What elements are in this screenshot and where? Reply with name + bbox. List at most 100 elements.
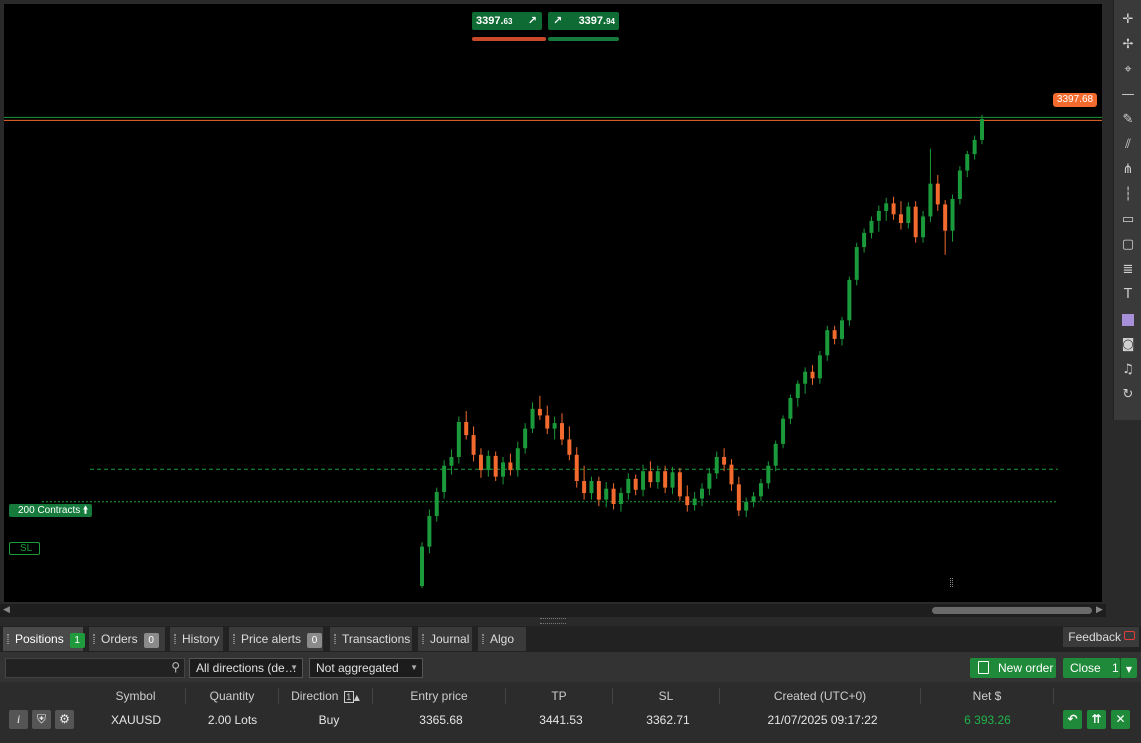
header-sl[interactable]: SL <box>613 688 720 704</box>
candle-body <box>677 472 682 497</box>
info-button[interactable]: i <box>9 710 28 729</box>
cell-sl[interactable]: 3362.71 <box>613 712 723 728</box>
arrow-up-icon: 🠙 <box>83 505 89 516</box>
buy-volume-bar <box>548 37 619 41</box>
candle-body <box>928 183 933 217</box>
candle-body <box>803 371 808 384</box>
cell-direction: Buy <box>318 713 340 727</box>
candle-body <box>744 501 749 511</box>
search-input[interactable]: ⚲ <box>5 658 185 678</box>
header-direction[interactable]: Direction 1 ▲ <box>279 688 373 704</box>
shield-icon[interactable]: ⛨ <box>32 710 51 729</box>
new-order-button[interactable]: New order <box>970 658 1056 678</box>
buy-price-main: 3397. <box>578 15 607 27</box>
text-icon[interactable]: T <box>1120 287 1136 303</box>
close-options-dropdown[interactable]: ▼ <box>1120 658 1137 678</box>
cell-symbol[interactable]: XAUUSD <box>86 712 186 728</box>
candle-body <box>655 471 660 483</box>
tab-label: Price alerts <box>241 632 302 646</box>
crosshair-icon[interactable]: ✛ <box>1120 12 1136 28</box>
scroll-right-icon[interactable]: ▶ <box>1096 605 1103 615</box>
bell-icon[interactable]: ♫ <box>1120 362 1136 378</box>
replay-icon[interactable]: ↻ <box>1120 387 1136 403</box>
candle-body <box>464 422 469 436</box>
camera-icon[interactable]: ◙ <box>1120 337 1136 353</box>
pitchfork-icon[interactable]: ⋔ <box>1120 162 1136 178</box>
candle-body <box>508 462 513 471</box>
header-symbol[interactable]: Symbol <box>86 688 186 704</box>
candle-body <box>493 455 498 477</box>
chart-area[interactable]: 3397.63 ↗ ↗ 3397.94 3397.68 200 Contract… <box>4 4 1102 602</box>
color-swatch-icon[interactable] <box>1122 314 1134 326</box>
header-entry-price[interactable]: Entry price <box>373 688 506 704</box>
buy-arrow-icon: ↗ <box>553 14 563 27</box>
candle-body <box>670 472 675 488</box>
fib-icon[interactable]: ⫽ <box>1120 137 1136 153</box>
measure-icon[interactable]: ⌖ <box>1120 62 1136 78</box>
tab-positions[interactable]: Positions 1 <box>3 627 85 651</box>
position-line-tag[interactable]: 200 Contracts 🠙 <box>9 504 93 517</box>
drag-grip-icon[interactable] <box>334 634 336 644</box>
current-price-label: 3397.68 <box>1056 94 1094 105</box>
candle-body <box>537 408 542 416</box>
tab-algo[interactable]: Algo <box>478 627 526 651</box>
ruler-icon[interactable]: ┆ <box>1120 187 1136 203</box>
horizontal-line-icon[interactable]: — <box>1120 87 1136 103</box>
cell-tp[interactable]: 3441.53 <box>506 712 616 728</box>
gear-icon[interactable]: ⚙ <box>55 710 74 729</box>
resize-grip-icon[interactable] <box>950 578 953 587</box>
tab-journal[interactable]: Journal <box>418 627 472 651</box>
sell-price-button[interactable]: 3397.63 ↗ <box>472 12 542 30</box>
drag-grip-icon[interactable] <box>422 634 424 644</box>
aggregation-select[interactable]: Not aggregated ▼ <box>309 658 423 678</box>
candle-body <box>788 397 793 419</box>
double-position-icon[interactable]: ⇈ <box>1087 710 1106 729</box>
chevron-down-icon: ▼ <box>290 663 298 672</box>
candle-body <box>501 462 506 477</box>
close-positions-button[interactable]: Close 1 <box>1063 658 1120 678</box>
candle-body <box>980 119 984 140</box>
candle-body <box>685 496 690 506</box>
tab-orders[interactable]: Orders 0 <box>89 627 165 651</box>
drag-grip-icon[interactable] <box>233 634 235 644</box>
candle-body <box>611 488 616 504</box>
tab-transactions[interactable]: Transactions <box>330 627 412 651</box>
candle-body <box>832 330 837 339</box>
drag-grip-icon[interactable] <box>93 634 95 644</box>
reverse-position-icon[interactable]: ↶ <box>1063 710 1082 729</box>
candlestick-chart[interactable] <box>4 4 1102 602</box>
header-net[interactable]: Net $ <box>921 688 1054 704</box>
scroll-left-icon[interactable]: ◀ <box>3 605 10 615</box>
buy-price-small: 94 <box>606 17 615 26</box>
cell-quantity: 2.00 Lots <box>207 713 258 727</box>
candle-body <box>618 493 623 504</box>
tab-history[interactable]: History <box>170 627 223 651</box>
drag-grip-icon[interactable] <box>7 634 9 644</box>
header-created[interactable]: Created (UTC+0) <box>720 688 921 704</box>
pen-icon[interactable]: ✎ <box>1120 112 1136 128</box>
chart-horizontal-scrollbar[interactable]: ◀ ▶ <box>0 604 1106 617</box>
text-levels-icon[interactable]: ≣ <box>1120 262 1136 278</box>
header-tp[interactable]: TP <box>506 688 613 704</box>
scrollbar-thumb[interactable] <box>932 607 1092 614</box>
tab-price-alerts[interactable]: Price alerts 0 <box>229 627 323 651</box>
position-line-label: 200 Contracts <box>18 505 81 516</box>
drag-grip-icon[interactable] <box>174 634 176 644</box>
buy-price-button[interactable]: ↗ 3397.94 <box>548 12 619 30</box>
rectangle-icon[interactable]: ▭ <box>1120 212 1136 228</box>
candle-body <box>773 443 778 466</box>
close-icon[interactable]: ✕ <box>1111 710 1130 729</box>
panel-splitter[interactable] <box>540 618 566 624</box>
candle-body <box>434 491 439 517</box>
sell-volume-bar <box>472 37 546 41</box>
shape-icon[interactable]: ▢ <box>1120 237 1136 253</box>
drag-grip-icon[interactable] <box>482 634 484 644</box>
cursor-icon[interactable]: ✢ <box>1120 37 1136 53</box>
direction-select[interactable]: All directions (de… ▼ <box>189 658 303 678</box>
feedback-label: Feedback <box>1068 630 1121 644</box>
feedback-button[interactable]: Feedback <box>1063 627 1139 647</box>
header-quantity[interactable]: Quantity <box>186 688 279 704</box>
sort-index-badge: 1 <box>343 691 354 703</box>
candle-body <box>862 232 867 248</box>
sl-line-tag[interactable]: SL <box>9 542 41 555</box>
